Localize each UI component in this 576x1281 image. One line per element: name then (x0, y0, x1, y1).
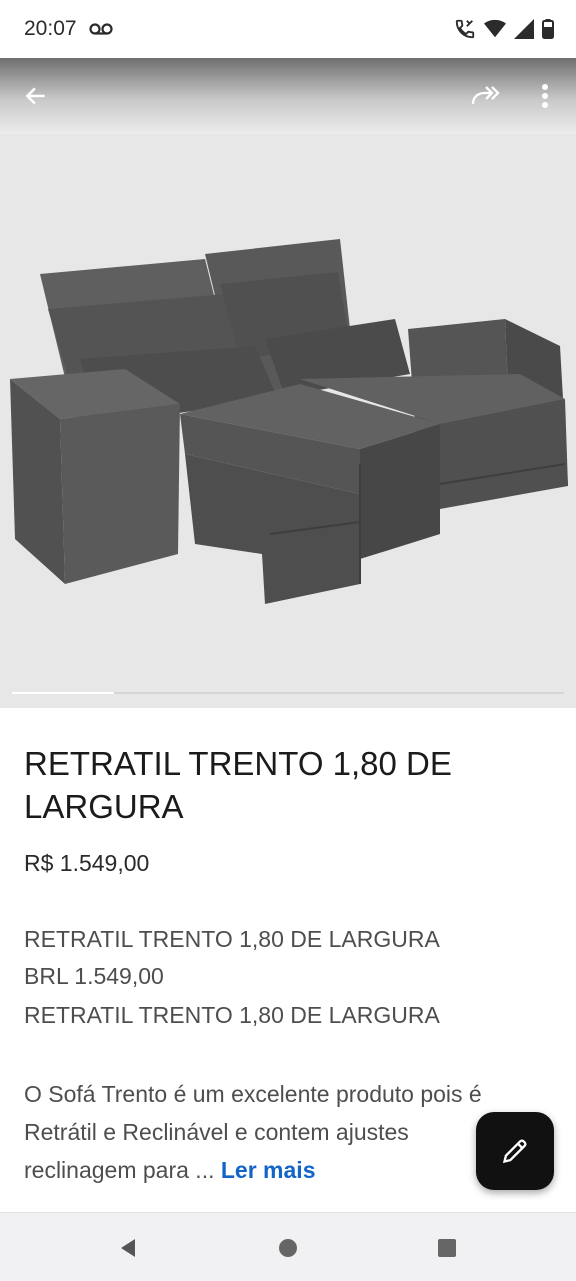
product-price: R$ 1.549,00 (24, 850, 150, 876)
product-description: O Sofá Trento é um excelente produto poi… (24, 1075, 524, 1189)
share-button[interactable] (462, 72, 510, 120)
voicemail-icon (88, 23, 113, 35)
detail-line: BRL 1.549,00 (24, 963, 164, 989)
battery-icon (542, 19, 554, 39)
more-options-button[interactable] (521, 72, 569, 120)
nav-back-button[interactable] (110, 1230, 146, 1266)
system-nav-bar (0, 1212, 576, 1281)
signal-icon (514, 19, 534, 39)
carousel-progress (12, 692, 114, 694)
nav-home-icon (279, 1239, 297, 1257)
app-header (0, 58, 576, 134)
product-image-carousel[interactable] (0, 134, 576, 708)
read-more-link[interactable]: Ler mais (221, 1157, 316, 1183)
status-time: 20:07 (24, 17, 77, 40)
back-button[interactable] (12, 72, 60, 120)
nav-home-button[interactable] (270, 1230, 306, 1266)
status-left: 20:07 (24, 17, 113, 41)
nav-back-icon (121, 1239, 135, 1257)
status-bar: 20:07 (0, 0, 576, 58)
nav-recents-button[interactable] (429, 1230, 465, 1266)
edit-fab-button[interactable] (476, 1112, 554, 1190)
nav-recents-icon (438, 1239, 456, 1257)
status-right (454, 18, 554, 40)
wifi-calling-icon (455, 19, 475, 39)
product-title: RETRATIL TRENTO 1,80 DE LARGURA (24, 745, 452, 825)
detail-line: RETRATIL TRENTO 1,80 DE LARGURA (24, 1002, 440, 1028)
wifi-icon (484, 19, 506, 38)
detail-line: RETRATIL TRENTO 1,80 DE LARGURA (24, 926, 440, 952)
share-icon (471, 86, 500, 105)
more-vert-icon (542, 84, 548, 108)
sofa-image (10, 239, 568, 604)
arrow-back-icon (25, 87, 45, 105)
pencil-icon (502, 1139, 527, 1164)
